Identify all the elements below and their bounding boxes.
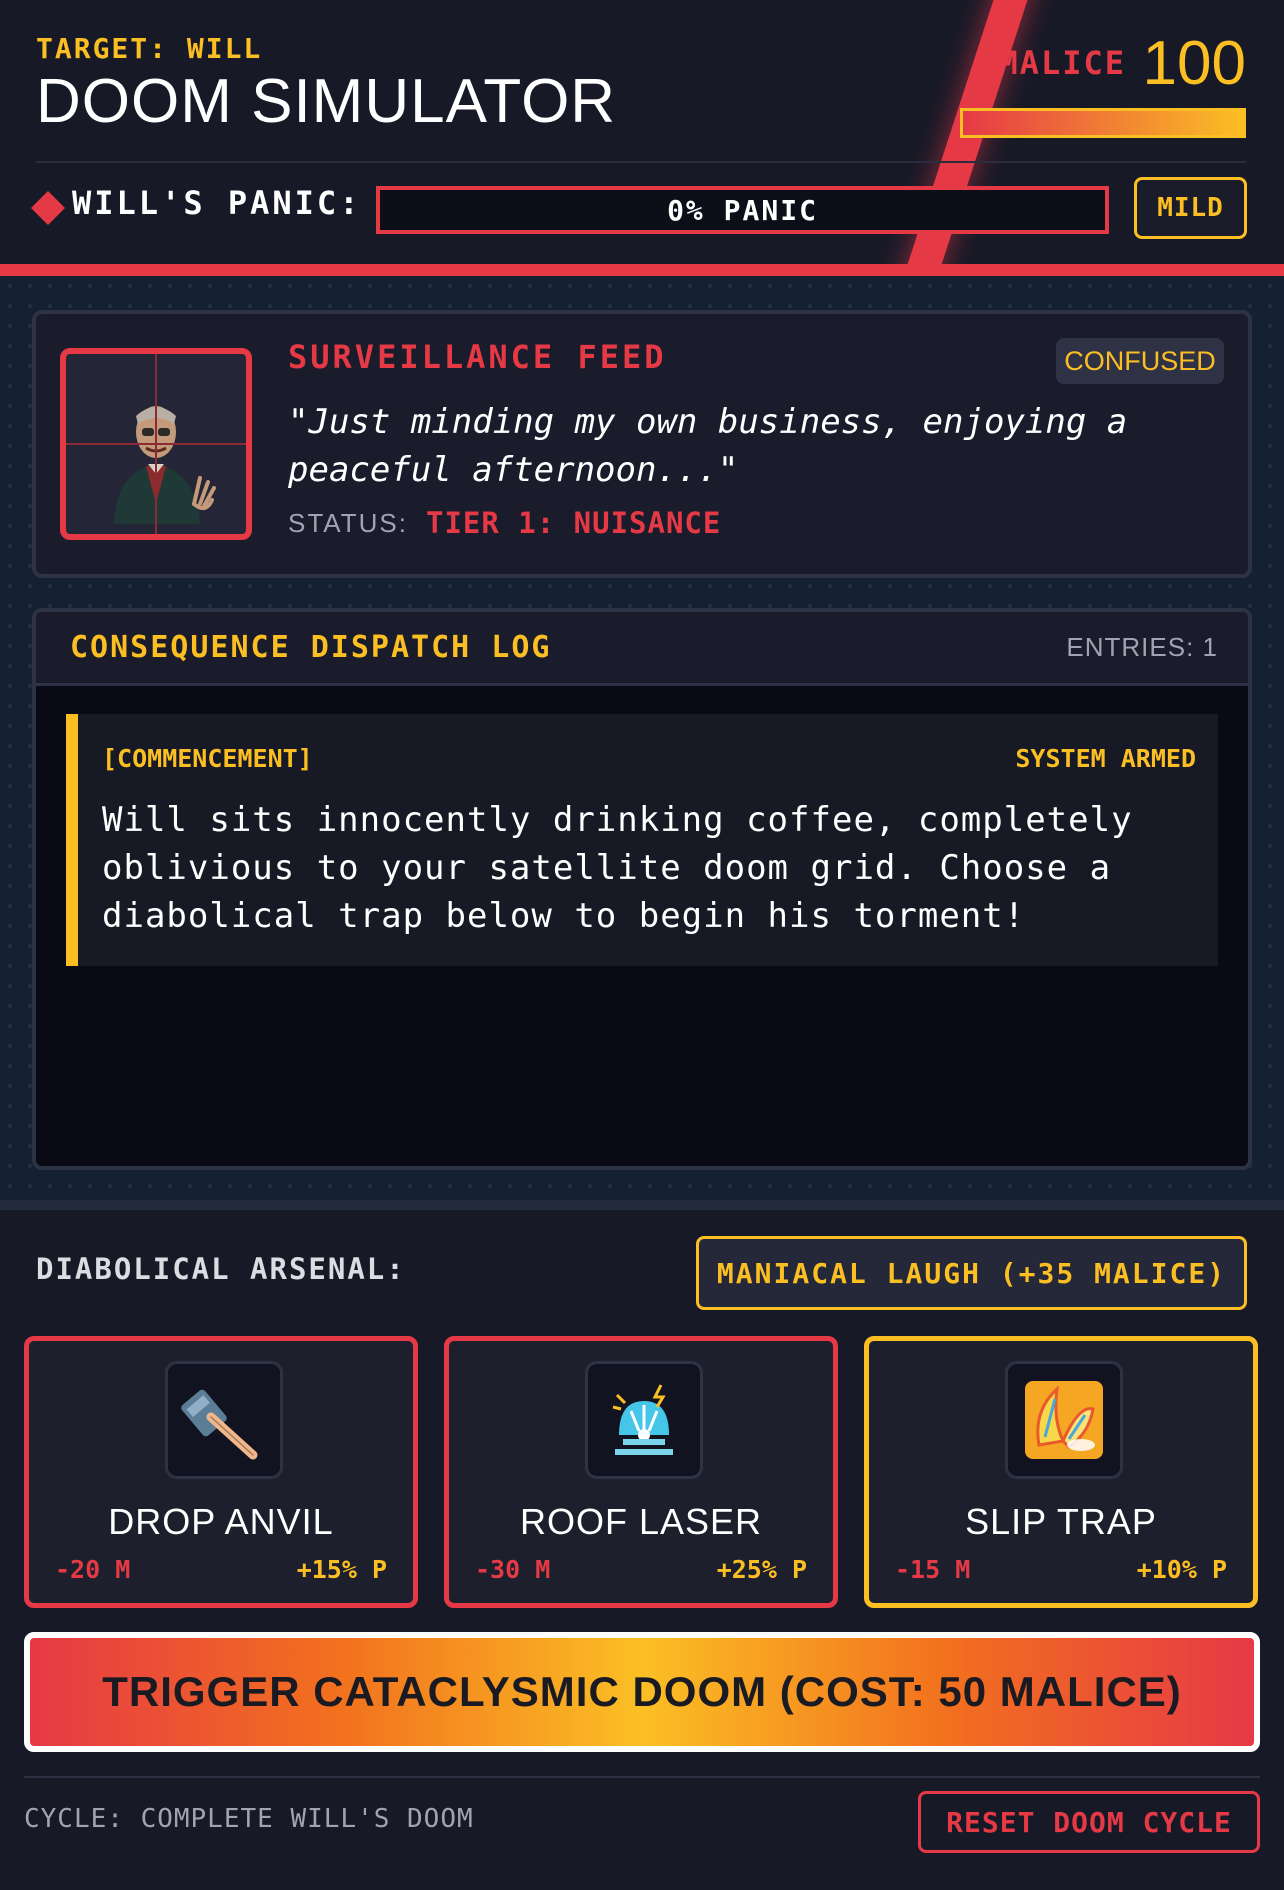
- log-entry-marker: [66, 714, 78, 966]
- arsenal-label: DIABOLICAL ARSENAL:: [36, 1252, 406, 1286]
- laser-icon: [585, 1361, 703, 1479]
- crosshair-horizontal: [66, 443, 246, 445]
- maniacal-laugh-button[interactable]: MANIACAL LAUGH (+35 MALICE): [696, 1236, 1247, 1310]
- malice-value: 100: [1142, 29, 1246, 98]
- arsenal-card-cost: -20 M: [55, 1555, 131, 1584]
- log-title: CONSEQUENCE DISPATCH LOG: [70, 630, 552, 665]
- log-header: CONSEQUENCE DISPATCH LOG ENTRIES: 1: [36, 612, 1248, 686]
- target-quote: "Just minding my own business, enjoying …: [288, 402, 1128, 490]
- arsenal-card-cost: -30 M: [475, 1555, 551, 1584]
- log-entry-state: SYSTEM ARMED: [1015, 744, 1196, 773]
- panic-meter: 0% PANIC: [376, 186, 1109, 234]
- target-label: TARGET: WILL: [36, 32, 263, 65]
- hammer-icon: [165, 1361, 283, 1479]
- log-entry-tag: [COMMENCEMENT]: [102, 744, 313, 773]
- malice-meter-fill: [963, 111, 1243, 135]
- page-title: DOOM SIMULATOR: [36, 67, 617, 136]
- panic-label: WILL'S PANIC:: [72, 184, 362, 222]
- malice-meter: [960, 108, 1246, 138]
- arsenal-card-name: DROP ANVIL: [108, 1501, 334, 1542]
- cycle-status: CYCLE: COMPLETE WILL'S DOOM: [24, 1804, 474, 1834]
- arsenal-card-name: ROOF LASER: [519, 1501, 763, 1542]
- log-entry: [COMMENCEMENT] SYSTEM ARMED Will sits in…: [66, 714, 1218, 966]
- panic-meter-text: 0% PANIC: [667, 193, 818, 227]
- banana-peel-icon: [1005, 1361, 1123, 1479]
- malice-label: MALICE: [998, 44, 1126, 82]
- feed-title: SURVEILLANCE FEED: [288, 338, 667, 376]
- log-entry-text: Will sits innocently drinking coffee, co…: [102, 800, 1133, 936]
- arsenal-card-gain: +25% P: [716, 1555, 807, 1584]
- trigger-doom-button[interactable]: TRIGGER CATACLYSMIC DOOM (COST: 50 MALIC…: [24, 1632, 1260, 1752]
- header-accent-line: [0, 264, 1284, 276]
- arsenal-card-slip-trap[interactable]: SLIP TRAP -15 M +10% P: [864, 1336, 1258, 1608]
- status-value: TIER 1: NUISANCE: [426, 506, 722, 540]
- arsenal-card-gain: +15% P: [296, 1555, 387, 1584]
- status-label: STATUS:: [288, 508, 408, 538]
- header-divider: [36, 161, 1246, 163]
- arsenal-card-roof-laser[interactable]: ROOF LASER -30 M +25% P: [444, 1336, 838, 1608]
- arsenal-card-name: SLIP TRAP: [965, 1501, 1157, 1542]
- reset-doom-cycle-button[interactable]: RESET DOOM CYCLE: [918, 1791, 1260, 1853]
- arsenal-card-cost: -15 M: [895, 1555, 971, 1584]
- mood-badge: CONFUSED: [1056, 338, 1224, 384]
- decorative-slash: [889, 0, 1041, 276]
- arsenal-card-drop-anvil[interactable]: DROP ANVIL -20 M +15% P: [24, 1336, 418, 1608]
- target-avatar: [60, 348, 252, 540]
- log-entry-count: ENTRIES: 1: [1066, 632, 1218, 662]
- arsenal-card-gain: +10% P: [1136, 1555, 1227, 1584]
- panic-level-badge: MILD: [1134, 177, 1247, 239]
- footer-divider: [24, 1776, 1260, 1778]
